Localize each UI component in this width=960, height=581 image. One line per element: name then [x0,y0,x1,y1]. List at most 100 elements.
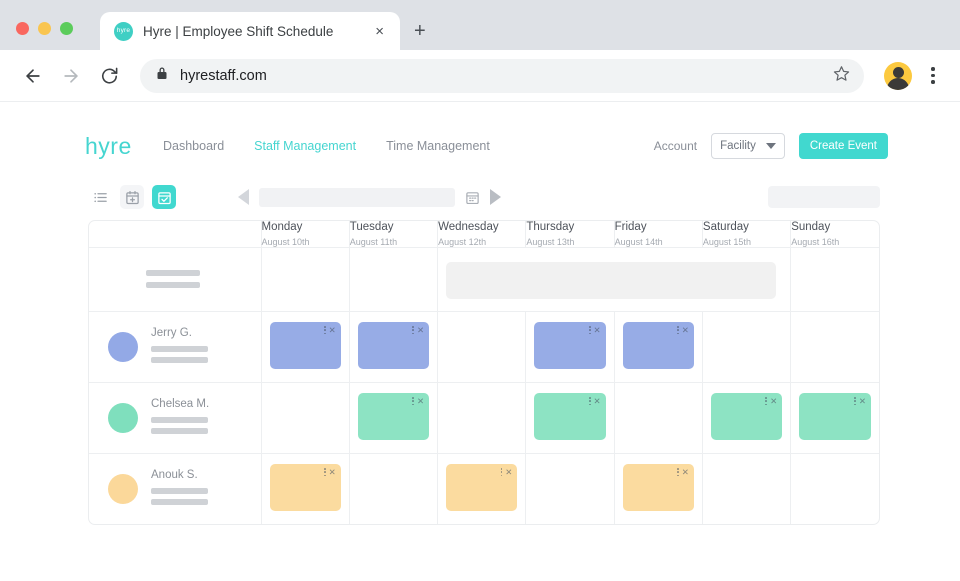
header-day-sunday: Sunday August 16th [791,221,879,248]
employee-cell[interactable]: Anouk S. [89,454,261,525]
shift-cell-monday[interactable]: ✕ [261,454,349,525]
shift-menu-icon[interactable] [677,326,679,334]
window-traffic-lights [16,22,73,35]
shift-menu-icon[interactable] [412,326,414,334]
shift-close-icon[interactable]: ✕ [417,326,424,335]
day-name: Saturday [703,221,790,233]
table-row: Anouk S. ✕ [89,454,879,525]
browser-menu-icon[interactable] [920,61,946,91]
shift-close-icon[interactable]: ✕ [594,397,601,406]
shift-menu-icon[interactable] [324,468,326,476]
shift-cell-thursday[interactable] [526,454,614,525]
shift-close-icon[interactable]: ✕ [594,326,601,335]
list-view-icon[interactable] [88,185,112,209]
shift-close-icon[interactable]: ✕ [329,326,336,335]
shift-block[interactable]: ✕ [446,464,517,511]
hyre-logo[interactable]: hyre [85,133,163,160]
create-event-button[interactable]: Create Event [799,133,888,159]
shift-cell-wednesday[interactable] [438,383,526,454]
shift-close-icon[interactable]: ✕ [505,468,512,477]
reload-icon[interactable] [92,59,126,93]
nav-item-staff-management[interactable]: Staff Management [254,139,356,153]
shift-cell-saturday[interactable]: ✕ [702,383,790,454]
shift-menu-icon[interactable] [324,326,326,334]
nav-item-dashboard[interactable]: Dashboard [163,139,224,153]
close-window-button[interactable] [16,22,29,35]
shift-cell-sunday[interactable] [791,312,879,383]
shift-menu-icon[interactable] [677,468,679,476]
shift-menu-icon[interactable] [589,397,591,405]
header-day-monday: Monday August 10th [261,221,349,248]
schedule-view-icon[interactable] [152,185,176,209]
profile-avatar[interactable] [884,62,912,90]
summary-placeholder-row [89,248,879,312]
shift-cell-friday[interactable] [614,383,702,454]
address-bar[interactable]: hyrestaff.com [140,59,864,93]
add-shift-view-icon[interactable] [120,185,144,209]
shift-cell-wednesday[interactable]: ✕ [438,454,526,525]
shift-block[interactable]: ✕ [799,393,871,440]
close-tab-icon[interactable]: × [371,22,388,41]
shift-cell-tuesday[interactable]: ✕ [349,383,437,454]
shift-cell-tuesday[interactable]: ✕ [349,312,437,383]
shift-cell-friday[interactable]: ✕ [614,312,702,383]
shift-cell-sunday[interactable] [791,454,879,525]
next-week-icon[interactable] [490,189,501,205]
shift-close-icon[interactable]: ✕ [682,468,689,477]
shift-block[interactable]: ✕ [623,322,694,369]
date-range-placeholder[interactable] [259,188,455,207]
shift-close-icon[interactable]: ✕ [682,326,689,335]
day-date: August 10th [262,237,349,247]
shift-cell-sunday[interactable]: ✕ [791,383,879,454]
employee-cell[interactable]: Chelsea M. [89,383,261,454]
shift-cell-monday[interactable]: ✕ [261,312,349,383]
shift-cell-thursday[interactable]: ✕ [526,312,614,383]
facility-dropdown-label: Facility [720,140,756,152]
browser-tab[interactable]: hyre Hyre | Employee Shift Schedule × [100,12,400,50]
calendar-picker-icon[interactable] [465,190,480,205]
shift-close-icon[interactable]: ✕ [859,397,866,406]
search-placeholder[interactable] [768,186,880,208]
shift-block[interactable]: ✕ [534,393,605,440]
new-tab-icon[interactable]: + [414,21,426,41]
employee-name: Anouk S. [151,469,261,481]
shift-cell-saturday[interactable] [702,454,790,525]
shift-close-icon[interactable]: ✕ [417,397,424,406]
back-icon[interactable] [16,59,50,93]
minimize-window-button[interactable] [38,22,51,35]
shift-cell-thursday[interactable]: ✕ [526,383,614,454]
shift-block[interactable]: ✕ [270,322,341,369]
shift-menu-icon[interactable] [412,397,414,405]
shift-close-icon[interactable]: ✕ [770,397,777,406]
shift-block[interactable]: ✕ [358,393,429,440]
summary-span-placeholder-cell[interactable] [438,248,791,312]
forward-icon[interactable] [54,59,88,93]
shift-cell-saturday[interactable] [702,312,790,383]
employee-cell[interactable]: Jerry G. [89,312,261,383]
previous-week-icon[interactable] [238,189,249,205]
shift-close-icon[interactable]: ✕ [329,468,336,477]
placeholder-bar [146,282,200,288]
shift-cell-monday[interactable] [261,383,349,454]
shift-block[interactable]: ✕ [534,322,605,369]
shift-block[interactable]: ✕ [623,464,694,511]
summary-span-placeholder[interactable] [446,262,776,299]
shift-menu-icon[interactable] [854,397,856,405]
facility-dropdown[interactable]: Facility [711,133,785,159]
nav-item-time-management[interactable]: Time Management [386,139,490,153]
shift-block[interactable]: ✕ [711,393,782,440]
bookmark-star-icon[interactable] [833,65,858,87]
shift-cell-tuesday[interactable] [349,454,437,525]
shift-block[interactable]: ✕ [270,464,341,511]
shift-block[interactable]: ✕ [358,322,429,369]
shift-menu-icon[interactable] [589,326,591,334]
maximize-window-button[interactable] [60,22,73,35]
account-label[interactable]: Account [654,139,697,153]
shift-cell-wednesday[interactable] [438,312,526,383]
day-name: Sunday [791,221,879,233]
day-name: Wednesday [438,221,525,233]
shift-menu-icon[interactable] [765,397,767,405]
shift-cell-friday[interactable]: ✕ [614,454,702,525]
header-day-friday: Friday August 14th [614,221,702,248]
shift-menu-icon[interactable] [501,468,503,476]
